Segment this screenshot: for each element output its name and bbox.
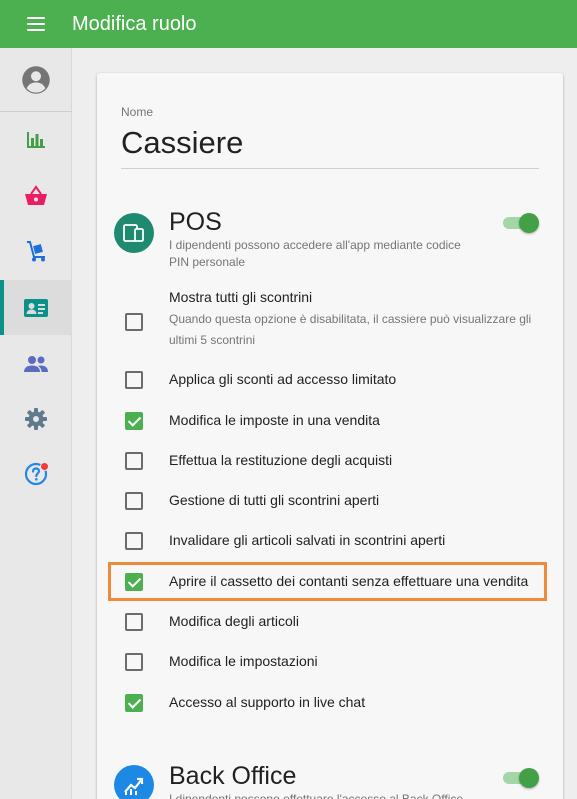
permission-row: Modifica degli articoli [97,602,563,642]
permission-row: Mostra tutti gli scontrini Quando questa… [97,280,563,347]
trending-chart-icon [124,777,144,795]
sidebar [0,48,72,799]
hand-truck-icon [27,240,45,261]
sidebar-item-sales[interactable] [0,168,72,223]
permission-row: Applica gli sconti ad accesso limitato [97,360,563,400]
back-office-toggle[interactable] [503,767,539,789]
employee-card-icon [24,298,48,317]
permission-checkbox[interactable] [125,613,143,631]
permission-row: Modifica le imposte in una vendita [97,401,563,441]
permission-checkbox[interactable] [125,313,143,331]
permission-label: Modifica le imposte in una vendita [169,412,380,428]
permission-label: Modifica degli articoli [169,613,299,629]
pos-section-title: POS [169,208,222,236]
sidebar-item-employees[interactable] [0,280,72,335]
sidebar-item-customers[interactable] [0,336,72,391]
back-office-description: I dipendenti possono effettuare l'access… [169,792,464,799]
permission-row: Effettua la restituzione degli acquisti [97,441,563,481]
sidebar-item-inventory[interactable] [0,223,72,278]
sidebar-item-account[interactable] [0,52,72,107]
sidebar-item-settings[interactable] [0,391,72,446]
permission-label: Effettua la restituzione degli acquisti [169,452,393,468]
permission-checkbox[interactable] [125,653,143,671]
basket-icon [25,184,47,205]
permission-checkbox[interactable] [125,371,143,389]
name-label: Nome [121,105,154,119]
pos-section-icon [114,213,154,253]
permission-checkbox[interactable] [125,492,143,510]
name-field[interactable]: Cassiere [121,125,243,161]
permission-label: Modifica le impostazioni [169,653,318,669]
permission-label: Accesso al supporto in live chat [169,694,366,710]
sidebar-item-help[interactable] [0,446,72,501]
back-office-section-title: Back Office [169,762,297,790]
permission-row: Modifica le impostazioni [97,642,563,682]
devices-icon [123,224,144,242]
name-field-underline [121,168,539,169]
bar-chart-icon [27,131,45,148]
permission-row: Accesso al supporto in live chat [97,683,563,723]
permission-description: Quando questa opzione è disabilitata, il… [169,312,532,347]
permission-row: Gestione di tutti gli scontrini aperti [97,481,563,521]
account-circle-icon [22,65,50,94]
pos-toggle[interactable] [503,212,539,234]
sidebar-item-reports[interactable] [0,112,72,167]
permission-checkbox[interactable] [125,694,143,712]
permission-row: Invalidare gli articoli salvati in scont… [97,521,563,561]
permission-label: Mostra tutti gli scontrini [169,289,313,305]
page-title: Modifica ruolo [72,12,197,35]
people-icon [24,355,48,372]
app-bar: Modifica ruolo [0,0,577,48]
permission-checkbox[interactable] [125,452,143,470]
pos-description: I dipendenti possono accedere all'app me… [169,238,461,269]
menu-icon[interactable] [27,17,45,31]
notification-badge [40,462,49,471]
role-edit-card: Nome Cassiere POS I dipendenti possono a… [97,73,563,799]
highlight-box [108,562,547,601]
permission-label: Applica gli sconti ad accesso limitato [169,371,397,387]
gear-icon [25,407,47,430]
permission-label: Invalidare gli articoli salvati in scont… [169,532,446,548]
permission-label: Gestione di tutti gli scontrini aperti [169,492,380,508]
back-office-section-icon [114,765,154,799]
permission-checkbox[interactable] [125,412,143,430]
permission-checkbox[interactable] [125,532,143,550]
